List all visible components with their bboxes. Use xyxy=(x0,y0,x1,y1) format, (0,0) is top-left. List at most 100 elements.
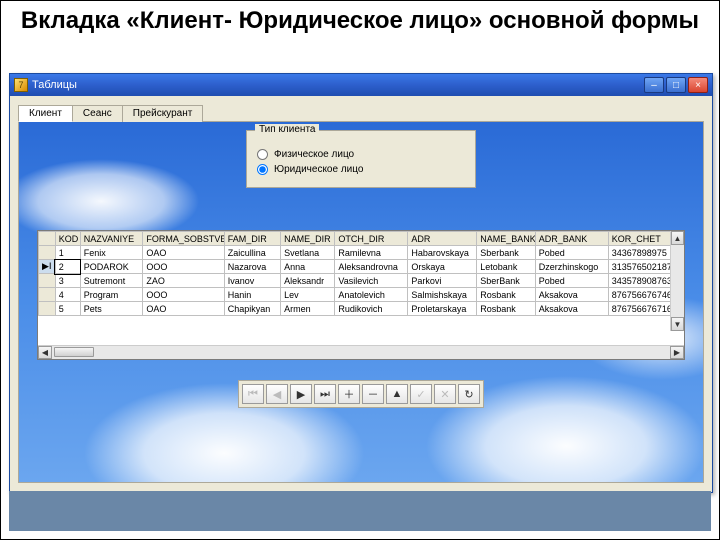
cell[interactable]: Letobank xyxy=(477,260,535,274)
cell[interactable]: Ivanov xyxy=(224,274,280,288)
footer-accent xyxy=(9,491,711,531)
cell[interactable]: Program xyxy=(80,288,143,302)
slide-title: Вкладка «Клиент- Юридическое лицо» основ… xyxy=(1,1,719,38)
cell[interactable]: Hanin xyxy=(224,288,280,302)
nav-next-button[interactable]: ▶ xyxy=(290,384,312,404)
cell[interactable]: Ramilevna xyxy=(335,246,408,260)
col-header[interactable]: FORMA_SOBSTVEN xyxy=(143,232,224,246)
scroll-down-icon[interactable]: ▼ xyxy=(671,317,684,331)
cell[interactable]: 1 xyxy=(55,246,80,260)
scroll-thumb[interactable] xyxy=(54,347,94,357)
cell[interactable]: 2 xyxy=(55,260,80,274)
cell[interactable]: Parkovi xyxy=(408,274,477,288)
col-header[interactable]: FAM_DIR xyxy=(224,232,280,246)
cell[interactable]: Nazarova xyxy=(224,260,280,274)
radio-legal[interactable]: Юридическое лицо xyxy=(257,164,465,175)
scroll-right-icon[interactable]: ▶ xyxy=(670,346,684,359)
table-row[interactable]: 1FenixOAOZaicullinaSvetlanaRamilevnaHaba… xyxy=(39,246,684,260)
cell[interactable]: OAO xyxy=(143,246,224,260)
cell[interactable]: Lev xyxy=(281,288,335,302)
cell[interactable]: Orskaya xyxy=(408,260,477,274)
cell[interactable]: Anatolevich xyxy=(335,288,408,302)
cell[interactable]: Rosbank xyxy=(477,302,535,316)
col-header[interactable]: NAME_DIR xyxy=(281,232,335,246)
data-grid[interactable]: KODNAZVANIYEFORMA_SOBSTVENFAM_DIRNAME_DI… xyxy=(37,230,685,360)
cell[interactable]: PODAROK xyxy=(80,260,143,274)
cell[interactable]: Vasilevich xyxy=(335,274,408,288)
scroll-left-icon[interactable]: ◀ xyxy=(38,346,52,359)
cell[interactable]: Armen xyxy=(281,302,335,316)
vertical-scrollbar[interactable]: ▲ ▼ xyxy=(670,231,684,331)
radio-label: Физическое лицо xyxy=(274,149,354,160)
cell[interactable]: Dzerzhinskogo xyxy=(535,260,608,274)
cell[interactable]: OOO xyxy=(143,288,224,302)
cell[interactable]: Sberbank xyxy=(477,246,535,260)
col-header[interactable]: ADR_BANK xyxy=(535,232,608,246)
cell[interactable]: Sutremont xyxy=(80,274,143,288)
tab-strip: КлиентСеансПрейскурант xyxy=(18,104,712,121)
close-button[interactable]: × xyxy=(688,77,708,93)
cell[interactable]: Chapikyan xyxy=(224,302,280,316)
cell[interactable]: 4 xyxy=(55,288,80,302)
table-row[interactable]: 5PetsOAOChapikyanArmenRudikovichProletar… xyxy=(39,302,684,316)
cell[interactable]: Aleksandrovna xyxy=(335,260,408,274)
cell[interactable]: 5 xyxy=(55,302,80,316)
col-header[interactable]: NAZVANIYE xyxy=(80,232,143,246)
minimize-button[interactable]: – xyxy=(644,77,664,93)
nav-edit-button[interactable]: ▲ xyxy=(386,384,408,404)
app-icon: 7 xyxy=(14,78,28,92)
tab-2[interactable]: Прейскурант xyxy=(122,105,204,122)
cell[interactable]: Pobed xyxy=(535,246,608,260)
cell[interactable]: Anna xyxy=(281,260,335,274)
nav-insert-button[interactable]: ＋ xyxy=(338,384,360,404)
cell[interactable]: Fenix xyxy=(80,246,143,260)
cell[interactable]: Aksakova xyxy=(535,288,608,302)
window-title: Таблицы xyxy=(32,79,644,91)
cell[interactable]: Pobed xyxy=(535,274,608,288)
radio-input[interactable] xyxy=(257,164,268,175)
nav-post-button[interactable]: ✓ xyxy=(410,384,432,404)
nav-refresh-button[interactable]: ↻ xyxy=(458,384,480,404)
col-header[interactable]: OTCH_DIR xyxy=(335,232,408,246)
radio-input[interactable] xyxy=(257,149,268,160)
maximize-button[interactable]: □ xyxy=(666,77,686,93)
cell[interactable]: Aksakova xyxy=(535,302,608,316)
db-navigator: ⏮◀▶⏭＋－▲✓✕↻ xyxy=(238,380,484,408)
cell[interactable]: Habarovskaya xyxy=(408,246,477,260)
nav-first-button[interactable]: ⏮ xyxy=(242,384,264,404)
client-type-groupbox: Тип клиента Физическое лицоЮридическое л… xyxy=(246,130,476,188)
groupbox-legend: Тип клиента xyxy=(255,124,319,135)
cell[interactable]: Pets xyxy=(80,302,143,316)
titlebar[interactable]: 7 Таблицы – □ × xyxy=(10,74,712,96)
col-header[interactable]: KOD xyxy=(55,232,80,246)
cell[interactable]: SberBank xyxy=(477,274,535,288)
cell[interactable]: Proletarskaya xyxy=(408,302,477,316)
cell[interactable]: ZAO xyxy=(143,274,224,288)
cell[interactable]: Rosbank xyxy=(477,288,535,302)
cell[interactable]: Salmishskaya xyxy=(408,288,477,302)
nav-cancel-button[interactable]: ✕ xyxy=(434,384,456,404)
table-row[interactable]: 4ProgramOOOHaninLevAnatolevichSalmishska… xyxy=(39,288,684,302)
nav-delete-button[interactable]: － xyxy=(362,384,384,404)
cell[interactable]: Zaicullina xyxy=(224,246,280,260)
tab-panel-client: Тип клиента Физическое лицо Юридическое л… xyxy=(18,121,704,483)
cell[interactable]: Rudikovich xyxy=(335,302,408,316)
tab-1[interactable]: Сеанс xyxy=(72,105,123,122)
cell[interactable]: 3 xyxy=(55,274,80,288)
nav-last-button[interactable]: ⏭ xyxy=(314,384,336,404)
nav-prior-button[interactable]: ◀ xyxy=(266,384,288,404)
radio-label: Юридическое лицо xyxy=(274,164,363,175)
radio-individual[interactable]: Физическое лицо xyxy=(257,149,465,160)
col-header[interactable]: NAME_BANK xyxy=(477,232,535,246)
cell[interactable]: Aleksandr xyxy=(281,274,335,288)
cell[interactable]: OAO xyxy=(143,302,224,316)
app-window: 7 Таблицы – □ × КлиентСеансПрейскурант Т… xyxy=(9,73,713,493)
cell[interactable]: OOO xyxy=(143,260,224,274)
tab-0[interactable]: Клиент xyxy=(18,105,73,122)
cell[interactable]: Svetlana xyxy=(281,246,335,260)
table-row[interactable]: ▶Ⅰ2PODAROKOOONazarovaAnnaAleksandrovnaOr… xyxy=(39,260,684,274)
col-header[interactable]: ADR xyxy=(408,232,477,246)
scroll-up-icon[interactable]: ▲ xyxy=(671,231,684,245)
horizontal-scrollbar[interactable]: ◀ ▶ xyxy=(38,345,684,359)
table-row[interactable]: 3SutremontZAOIvanovAleksandrVasilevichPa… xyxy=(39,274,684,288)
